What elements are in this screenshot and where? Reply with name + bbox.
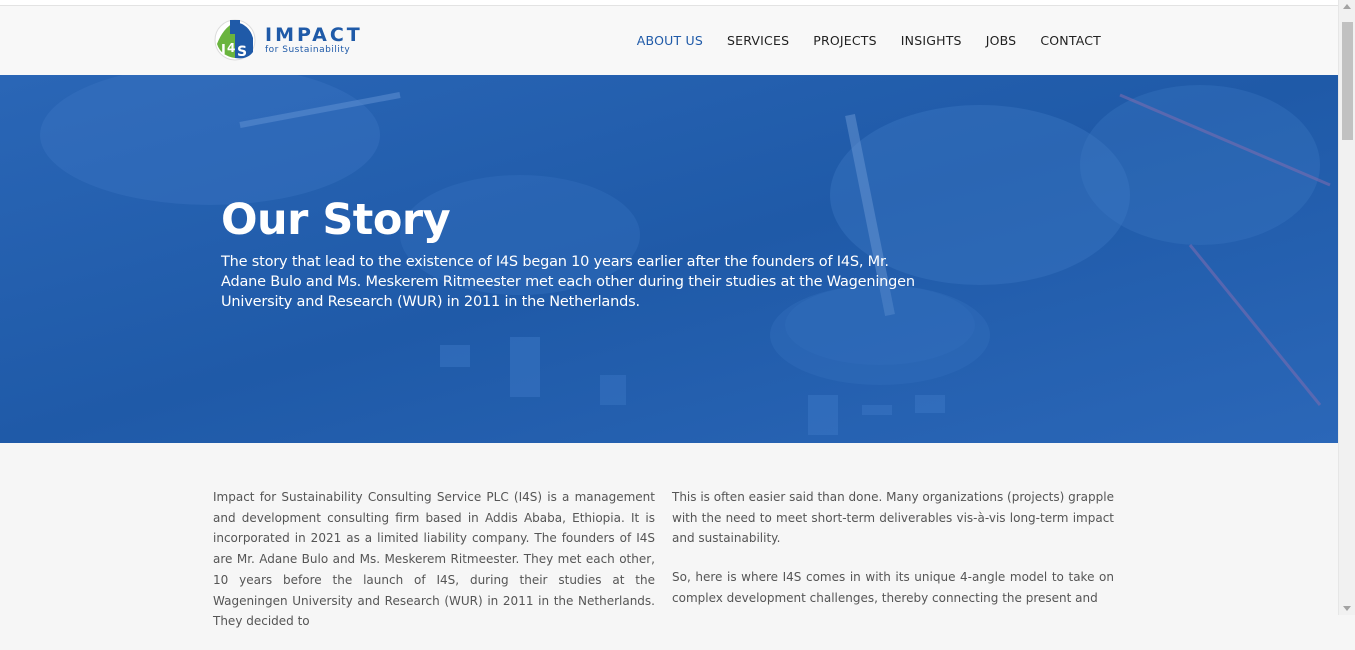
svg-text:I: I: [221, 43, 226, 58]
nav-item-projects[interactable]: PROJECTS: [813, 33, 877, 48]
nav-item-jobs[interactable]: JOBS: [986, 33, 1017, 48]
scrollbar-thumb[interactable]: [1342, 22, 1353, 140]
logo-title: IMPACT: [265, 24, 363, 46]
main-nav: ABOUT US SERVICES PROJECTS INSIGHTS JOBS…: [613, 6, 1101, 75]
scroll-down-arrow-icon[interactable]: [1343, 606, 1351, 611]
site-header: I 4 S IMPACT for Sustainability ABOUT US…: [0, 6, 1338, 75]
svg-text:S: S: [237, 44, 247, 60]
logo-subtitle: for Sustainability: [265, 45, 351, 55]
nav-item-insights[interactable]: INSIGHTS: [901, 33, 962, 48]
logo-mark-icon: I 4 S: [213, 18, 259, 62]
nav-item-services[interactable]: SERVICES: [727, 33, 789, 48]
page-title: Our Story: [221, 195, 451, 245]
story-paragraph: So, here is where I4S comes in with its …: [672, 570, 1114, 605]
story-column-right: This is often easier said than done. Man…: [672, 487, 1114, 627]
hero-banner: Our Story The story that lead to the exi…: [0, 75, 1338, 443]
nav-item-contact[interactable]: CONTACT: [1040, 33, 1101, 48]
site-logo[interactable]: I 4 S IMPACT for Sustainability: [213, 18, 363, 62]
story-column-left: Impact for Sustainability Consulting Ser…: [213, 487, 655, 650]
scroll-up-arrow-icon[interactable]: [1343, 4, 1351, 9]
nav-item-about-us[interactable]: ABOUT US: [637, 33, 703, 48]
story-content: Impact for Sustainability Consulting Ser…: [0, 443, 1338, 628]
page-scrollbar[interactable]: [1338, 0, 1355, 615]
story-paragraph: Impact for Sustainability Consulting Ser…: [213, 490, 655, 629]
hero-intro-text: The story that lead to the existence of …: [221, 254, 915, 310]
story-paragraph: This is often easier said than done. Man…: [672, 490, 1114, 546]
svg-text:4: 4: [227, 41, 235, 55]
